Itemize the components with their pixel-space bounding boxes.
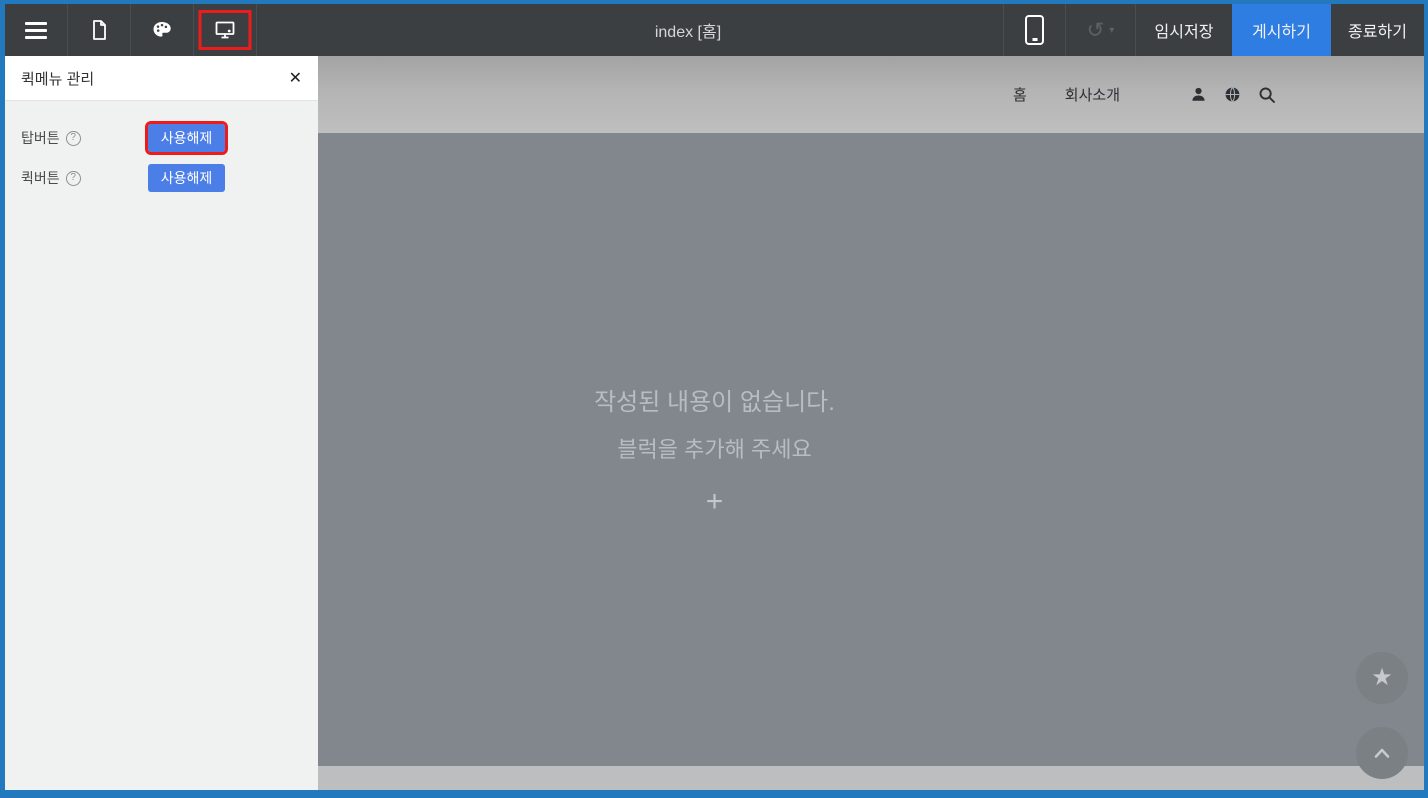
top-button-row: 탑버튼 ? 사용해제 — [21, 124, 302, 152]
language-button[interactable] — [1224, 86, 1241, 103]
search-icon — [1258, 86, 1276, 104]
document-icon — [87, 18, 111, 42]
nav-item-home[interactable]: 홈 — [1013, 84, 1027, 105]
nav-icons — [1190, 86, 1276, 104]
palette-icon — [150, 18, 174, 42]
site-nav: 홈 회사소개 — [1013, 84, 1276, 105]
top-button-label-group: 탑버튼 ? — [21, 128, 148, 148]
globe-icon — [1224, 86, 1241, 103]
publish-button[interactable]: 게시하기 — [1232, 4, 1331, 56]
favorite-float-button[interactable]: ★ — [1356, 652, 1408, 704]
quick-button-toggle[interactable]: 사용해제 — [148, 164, 225, 192]
help-icon[interactable]: ? — [66, 171, 81, 186]
quick-button-label-group: 퀵버튼 ? — [21, 168, 148, 188]
top-toolbar: index [홈] ↺ ▾ 임시저장 게시하기 종료하기 — [5, 4, 1424, 56]
search-button[interactable] — [1258, 86, 1276, 104]
top-button-label: 탑버튼 — [21, 128, 60, 148]
member-button[interactable] — [1190, 86, 1207, 103]
menu-button[interactable] — [5, 4, 68, 56]
person-icon — [1190, 86, 1207, 103]
quick-button-row: 퀵버튼 ? 사용해제 — [21, 164, 302, 192]
undo-button[interactable]: ↺ ▾ — [1065, 4, 1135, 56]
undo-dropdown-caret-icon: ▾ — [1109, 25, 1114, 36]
empty-line-2: 블럭을 추가해 주세요 — [617, 432, 811, 464]
scroll-top-float-button[interactable] — [1356, 727, 1408, 779]
page-button[interactable] — [68, 4, 131, 56]
chevron-up-icon — [1373, 746, 1391, 760]
page-title: index [홈] — [257, 4, 1003, 56]
quickmenu-button[interactable] — [194, 4, 257, 56]
smartphone-icon — [1025, 15, 1044, 45]
empty-line-1: 작성된 내용이 없습니다. — [594, 382, 835, 417]
monitor-icon — [213, 18, 237, 42]
editor-window: index [홈] ↺ ▾ 임시저장 게시하기 종료하기 홈 회사소개 — [0, 0, 1428, 798]
undo-icon: ↺ — [1087, 20, 1105, 41]
quickmenu-panel: 퀵메뉴 관리 ✕ 탑버튼 ? 사용해제 퀵버튼 ? 사용해제 — [5, 56, 318, 790]
close-icon[interactable]: ✕ — [289, 68, 302, 88]
add-block-button[interactable]: + — [706, 487, 724, 517]
design-button[interactable] — [131, 4, 194, 56]
star-icon: ★ — [1371, 666, 1393, 690]
panel-title: 퀵메뉴 관리 — [21, 68, 289, 89]
top-button-toggle[interactable]: 사용해제 — [148, 124, 225, 152]
quickmenu-panel-body: 탑버튼 ? 사용해제 퀵버튼 ? 사용해제 — [5, 101, 318, 192]
quickmenu-panel-header: 퀵메뉴 관리 ✕ — [5, 56, 318, 101]
quick-button-label: 퀵버튼 — [21, 168, 60, 188]
temp-save-button[interactable]: 임시저장 — [1135, 4, 1232, 56]
nav-item-about[interactable]: 회사소개 — [1065, 84, 1120, 105]
help-icon[interactable]: ? — [66, 131, 81, 146]
exit-button[interactable]: 종료하기 — [1331, 4, 1424, 56]
hamburger-icon — [25, 22, 47, 39]
mobile-preview-button[interactable] — [1003, 4, 1065, 56]
